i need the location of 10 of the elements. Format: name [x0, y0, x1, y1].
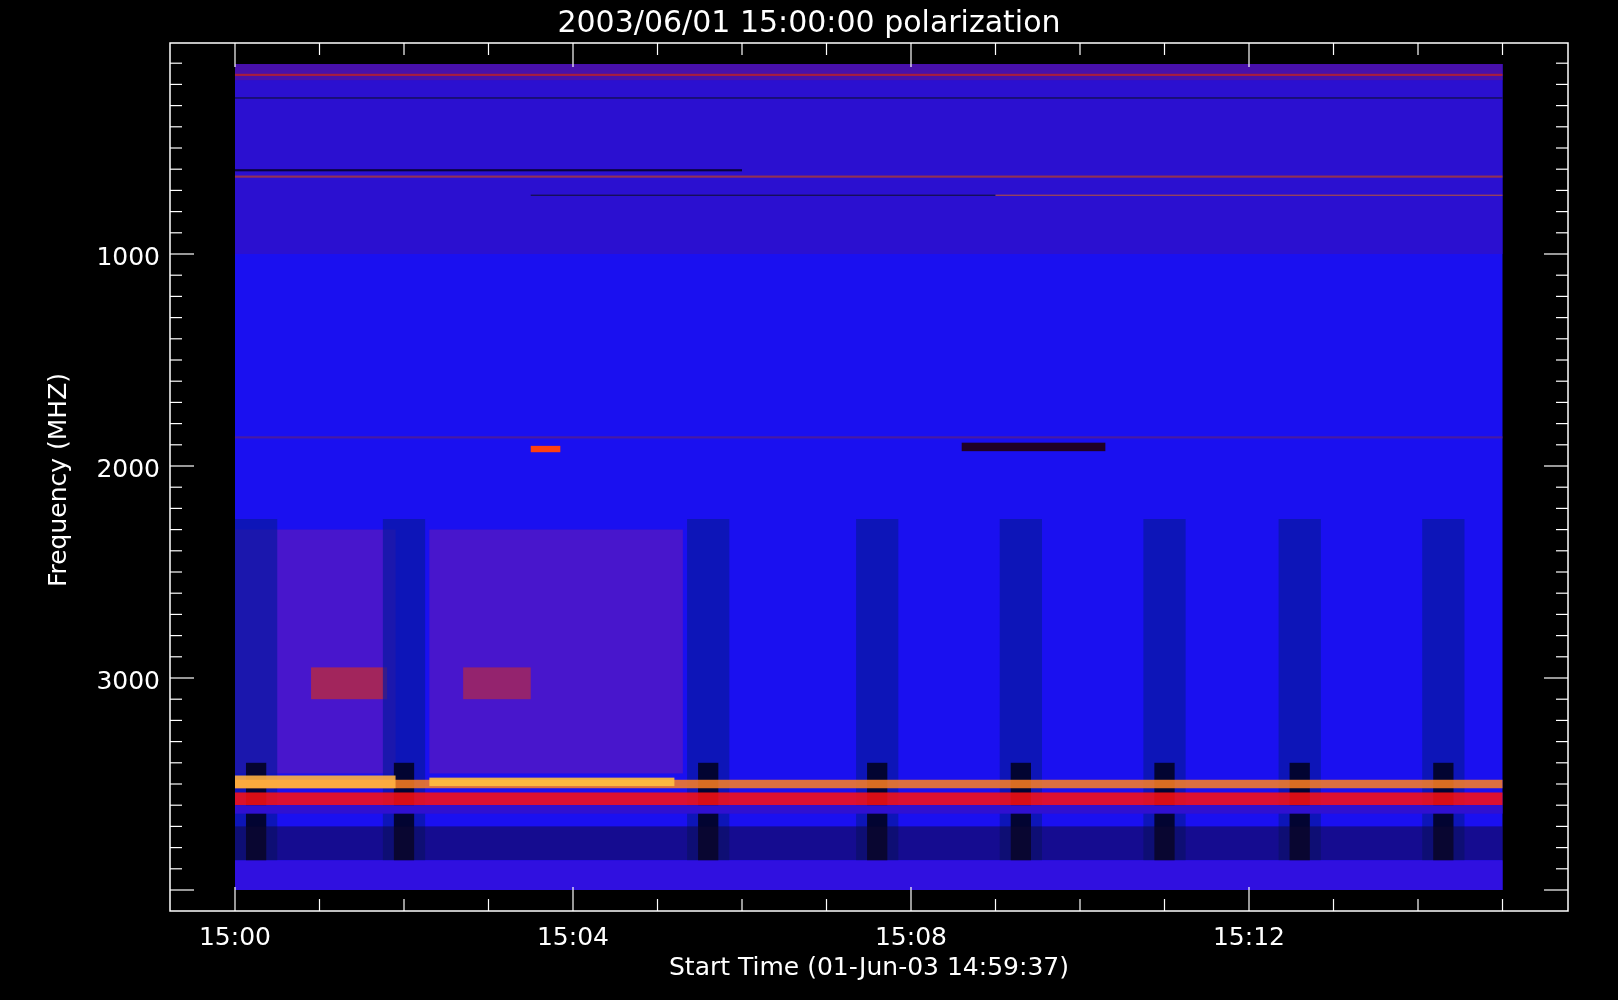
x-tick-label: 15:04: [537, 922, 609, 951]
x-tick-label: 15:00: [199, 922, 271, 951]
x-axis-label: Start Time (01-Jun-03 14:59:37): [669, 952, 1069, 981]
x-tick-label: 15:08: [875, 922, 947, 951]
y-axis-label: Frequency (MHZ): [43, 372, 72, 588]
plot-title: 2003/06/01 15:00:00 polarization: [557, 4, 1061, 39]
y-tick-label: 3000: [96, 666, 160, 695]
y-tick-label: 1000: [96, 242, 160, 271]
y-tick-label: 2000: [96, 454, 160, 483]
x-tick-label: 15:12: [1213, 922, 1285, 951]
